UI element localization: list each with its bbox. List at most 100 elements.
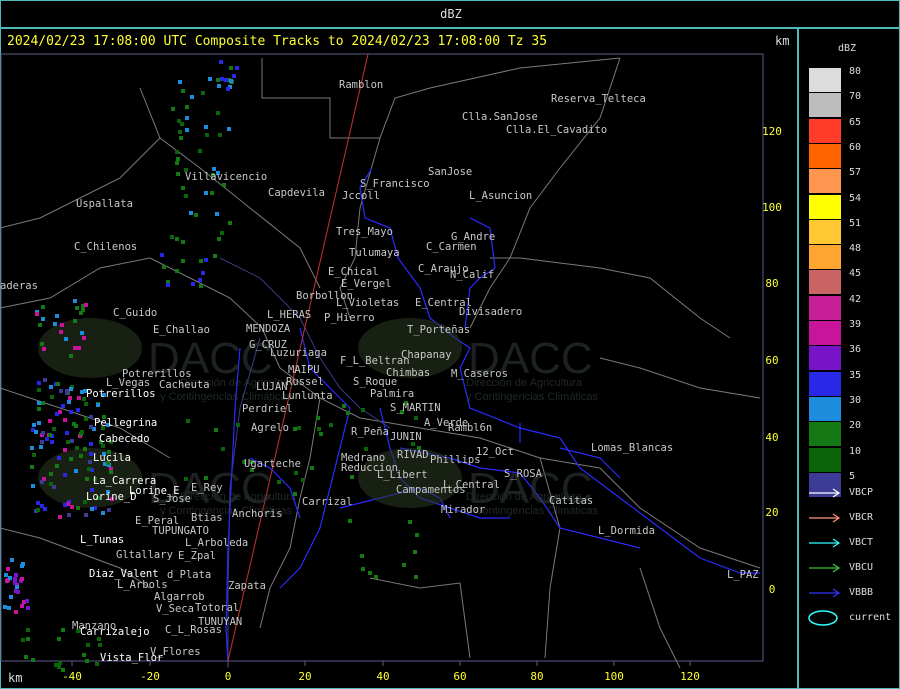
place-label: L_Arbols xyxy=(117,579,168,591)
place-label: Ramblon xyxy=(339,79,383,91)
echo-pixel xyxy=(185,105,189,109)
echo-pixel xyxy=(55,412,59,416)
legend-title: dBZ xyxy=(838,43,857,54)
echo-pixel xyxy=(85,477,89,481)
echo-pixel xyxy=(226,87,230,91)
legend-swatch xyxy=(809,219,841,244)
echo-pixel xyxy=(361,567,365,571)
echo-pixel xyxy=(178,80,182,84)
echo-pixel xyxy=(87,467,91,471)
legend-value: 48 xyxy=(849,243,862,255)
echo-pixel xyxy=(414,416,418,420)
place-label: Gltallary xyxy=(116,549,173,561)
y-tick-label: 0 xyxy=(769,583,776,596)
echo-pixel xyxy=(89,442,93,446)
echo-pixel xyxy=(31,658,35,662)
echo-pixel xyxy=(342,404,346,408)
echo-pixel xyxy=(41,317,45,321)
echo-pixel xyxy=(293,492,297,496)
place-label-highlight: Cabecedo xyxy=(99,433,150,445)
echo-pixel xyxy=(50,440,54,444)
current-ellipse-icon xyxy=(808,610,838,626)
place-label: JUNIN xyxy=(390,431,422,443)
echo-pixel xyxy=(38,323,42,327)
echo-pixel xyxy=(40,440,44,444)
echo-pixel xyxy=(294,471,298,475)
echo-pixel xyxy=(39,445,43,449)
echo-pixel xyxy=(82,653,86,657)
echo-pixel xyxy=(70,439,74,443)
echo-pixel xyxy=(181,186,185,190)
echo-pixel xyxy=(184,194,188,198)
echo-pixel xyxy=(20,577,24,581)
echo-pixel xyxy=(64,337,68,341)
echo-pixel xyxy=(40,480,44,484)
echo-pixel xyxy=(83,447,87,451)
echo-pixel xyxy=(229,66,233,70)
echo-pixel xyxy=(59,330,63,334)
legend-swatch xyxy=(809,245,841,270)
y-tick-label: 100 xyxy=(762,201,782,214)
echo-pixel xyxy=(32,453,36,457)
echo-pixel xyxy=(199,284,203,288)
echo-pixel xyxy=(49,482,53,486)
echo-pixel xyxy=(80,430,84,434)
echo-pixel xyxy=(45,437,49,441)
echo-pixel xyxy=(14,573,18,577)
echo-pixel xyxy=(80,390,84,394)
track-arrow-icon xyxy=(809,488,841,498)
legend-value: 30 xyxy=(849,394,862,406)
echo-pixel xyxy=(50,395,54,399)
x-tick-label: 120 xyxy=(680,670,700,683)
place-label: M_Caseros xyxy=(451,368,508,380)
echo-pixel xyxy=(24,655,28,659)
echo-pixel xyxy=(37,388,41,392)
echo-pixel xyxy=(218,133,222,137)
place-label: S_Roque xyxy=(353,376,397,388)
echo-pixel xyxy=(277,480,281,484)
track-label: VBCR xyxy=(849,512,874,523)
place-label: Lomas_Blancas xyxy=(591,442,673,454)
x-tick-label: -40 xyxy=(62,670,82,683)
echo-pixel xyxy=(41,401,45,405)
echo-pixel xyxy=(201,91,205,95)
legend-value: 80 xyxy=(849,66,862,77)
echo-pixel xyxy=(14,610,18,614)
place-label: S_Francisco xyxy=(360,178,430,190)
echo-pixel xyxy=(56,382,60,386)
place-label: Capdevila xyxy=(268,187,325,199)
current-label: current xyxy=(849,612,892,623)
echo-pixel xyxy=(198,278,202,282)
echo-pixel xyxy=(184,477,188,481)
place-label: Reserva_Telteca xyxy=(551,93,646,105)
echo-pixel xyxy=(41,431,45,435)
echo-pixel xyxy=(84,417,88,421)
echo-pixel xyxy=(175,150,179,154)
place-label: Russel xyxy=(286,376,324,388)
place-label: F_L_Beltran xyxy=(340,355,410,367)
echo-pixel xyxy=(185,128,189,132)
echo-pixel xyxy=(81,308,85,312)
place-label: Clla.SanJose xyxy=(462,111,538,123)
echo-pixel xyxy=(186,419,190,423)
place-label: E_Chical xyxy=(328,266,379,278)
legend-swatch xyxy=(809,346,841,371)
legend-value: 51 xyxy=(849,217,862,229)
track-arrow-icon xyxy=(809,513,841,523)
echo-pixel xyxy=(199,259,203,263)
echo-pixel xyxy=(175,161,179,165)
window-title-bar: dBZ xyxy=(0,0,900,28)
echo-pixel xyxy=(413,550,417,554)
echo-pixel xyxy=(176,172,180,176)
echo-pixel xyxy=(86,643,90,647)
window-title: dBZ xyxy=(440,7,462,21)
echo-pixel xyxy=(41,305,45,309)
echo-pixel xyxy=(4,573,8,577)
echo-pixel xyxy=(26,637,30,641)
echo-pixel xyxy=(414,575,418,579)
place-label: Phillips xyxy=(430,454,481,466)
radar-map[interactable]: DACC DACC DACC DACC Dirección de Agricul… xyxy=(0,28,798,689)
place-label: 12_Oct xyxy=(476,446,514,458)
echo-pixel xyxy=(98,643,102,647)
echo-pixel xyxy=(213,254,217,258)
